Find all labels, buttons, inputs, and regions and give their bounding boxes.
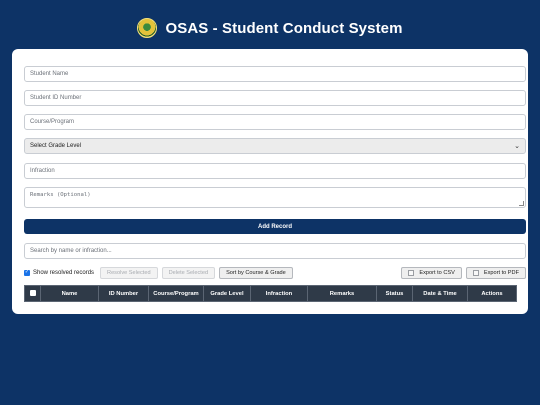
file-icon — [408, 269, 415, 276]
sort-button[interactable]: Sort by Course & Grade — [219, 266, 293, 279]
delete-selected-button[interactable]: Delete Selected — [161, 266, 216, 279]
remarks-placeholder: Remarks (Optional) — [30, 192, 91, 198]
select-all-checkbox[interactable] — [29, 289, 36, 296]
show-resolved-label: Show resolved records — [33, 269, 95, 276]
add-record-button[interactable]: Add Record — [24, 219, 526, 234]
table-header-row: Name ID Number Course/Program Grade Leve… — [24, 285, 517, 302]
resize-handle-icon[interactable] — [519, 201, 524, 206]
show-resolved-checkbox[interactable]: ✓ — [24, 269, 30, 276]
records-table: Name ID Number Course/Program Grade Leve… — [24, 285, 517, 302]
column-header[interactable]: Status — [376, 285, 413, 302]
infraction-input[interactable]: Infraction — [24, 163, 526, 179]
export-csv-button[interactable]: Export to CSV — [401, 266, 462, 279]
grade-level-value: Select Grade Level — [30, 143, 82, 149]
record-form-card: Student Name Student ID Number Course/Pr… — [12, 49, 528, 314]
student-id-input[interactable]: Student ID Number — [24, 90, 526, 106]
remarks-textarea[interactable]: Remarks (Optional) — [24, 187, 526, 208]
column-header[interactable]: Actions — [467, 285, 517, 302]
course-program-input[interactable]: Course/Program — [24, 114, 526, 130]
column-header[interactable]: Course/Program — [148, 285, 204, 302]
university-seal-icon — [137, 18, 158, 38]
student-name-input[interactable]: Student Name — [24, 66, 526, 82]
column-header[interactable]: Grade Level — [203, 285, 251, 302]
chevron-down-icon: ⌄ — [514, 143, 520, 150]
export-csv-label: Export to CSV — [419, 269, 455, 276]
column-header[interactable]: Infraction — [250, 285, 308, 302]
grade-level-select[interactable]: Select Grade Level ⌄ — [24, 138, 526, 154]
select-all-header — [24, 285, 41, 302]
records-toolbar: ✓ Show resolved records Resolve Selected… — [24, 266, 526, 279]
page-title: OSAS - Student Conduct System — [165, 19, 403, 37]
file-icon — [472, 269, 479, 276]
column-header[interactable]: Remarks — [307, 285, 377, 302]
export-pdf-button[interactable]: Export to PDF — [465, 266, 526, 279]
resolve-selected-button[interactable]: Resolve Selected — [100, 266, 158, 279]
column-header[interactable]: ID Number — [98, 285, 149, 302]
export-pdf-label: Export to PDF — [483, 269, 519, 276]
column-header[interactable]: Name — [40, 285, 99, 302]
app-header: OSAS - Student Conduct System — [0, 14, 540, 42]
column-header[interactable]: Date & Time — [412, 285, 468, 302]
search-input[interactable]: Search by name or infraction... — [24, 243, 526, 259]
